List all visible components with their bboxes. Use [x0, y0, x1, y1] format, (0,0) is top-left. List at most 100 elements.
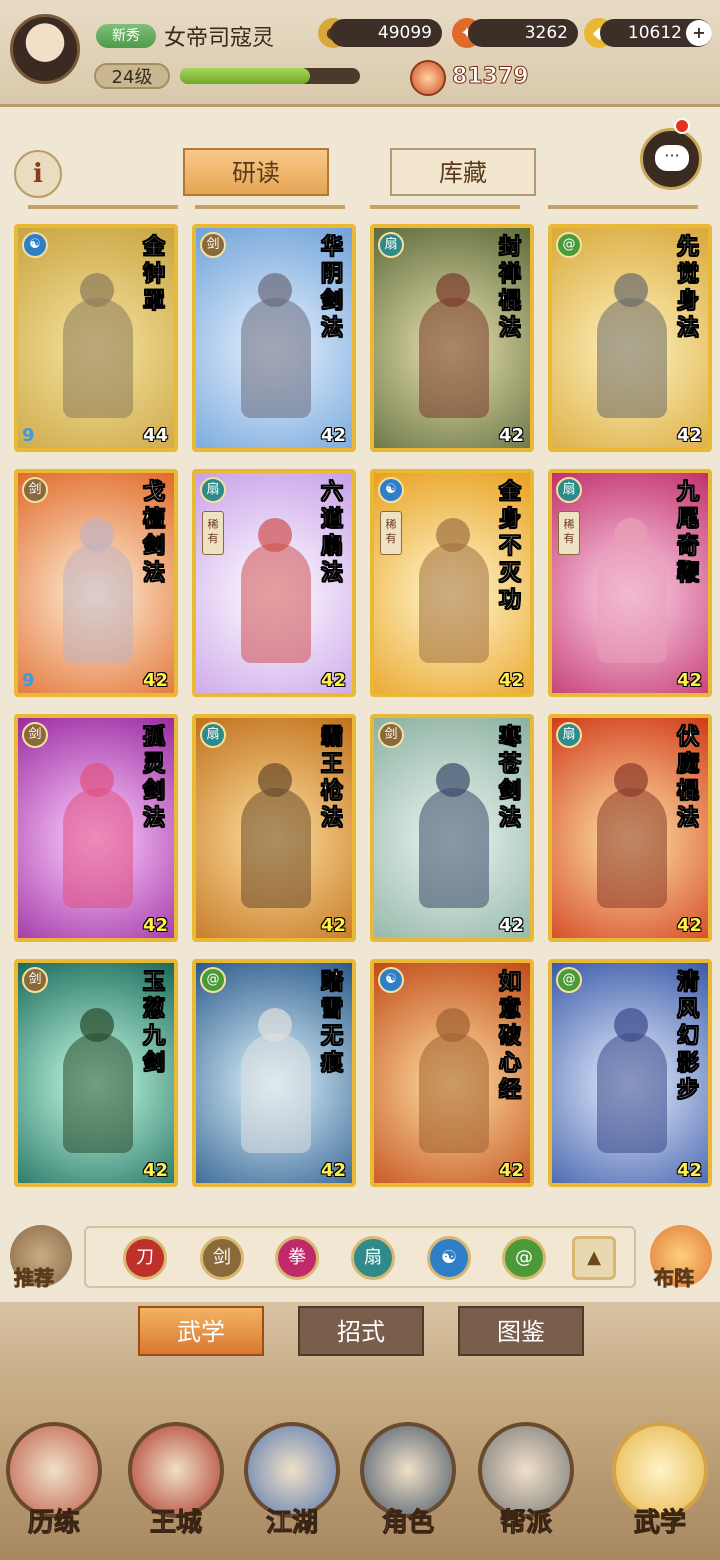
martial-art-card[interactable]: @ 踏雪无痕 42 [192, 959, 356, 1187]
character-figure [241, 788, 311, 908]
character-figure [419, 788, 489, 908]
nav-guild[interactable]: 帮派 [472, 1410, 580, 1550]
taiji-school-icon[interactable]: ☯ [427, 1236, 471, 1280]
nav-martial-arts[interactable]: 武学 [606, 1410, 714, 1550]
card-level: 42 [320, 1160, 346, 1181]
character-head [436, 518, 470, 552]
martial-art-card[interactable]: @ 先觉身法 42 [548, 224, 712, 452]
character-figure [419, 543, 489, 663]
character-head [80, 1008, 114, 1042]
spiral-school-icon[interactable]: @ [502, 1236, 546, 1280]
character-figure [597, 1033, 667, 1153]
card-title: 封禅棍法 [498, 234, 522, 342]
card-title: 玉葱九剑 [142, 969, 166, 1077]
nav-label: 江湖 [265, 1508, 318, 1539]
divider [548, 205, 698, 209]
martial-art-card[interactable]: ☯ 如意破心经 42 [370, 959, 534, 1187]
character-figure [241, 543, 311, 663]
character-head [614, 763, 648, 797]
fan-school-icon[interactable]: 扇 [351, 1236, 395, 1280]
card-level: 44 [142, 425, 168, 446]
card-title: 如意破心经 [498, 969, 522, 1104]
martial-art-card[interactable]: 剑 华阴剑法 42 [192, 224, 356, 452]
card-level: 42 [676, 425, 702, 446]
spiral-school-icon: @ [556, 232, 582, 258]
combat-power-icon [410, 60, 446, 96]
character-head [436, 273, 470, 307]
character-head [614, 518, 648, 552]
card-title: 踏雪无痕 [320, 969, 344, 1077]
fist-school-icon[interactable]: 拳 [275, 1236, 319, 1280]
card-level: 42 [142, 1160, 168, 1181]
formation-label: 布阵 [654, 1266, 695, 1291]
rare-badge: 稀有 [558, 511, 580, 555]
tab-storage[interactable]: 库藏 [390, 148, 536, 196]
martial-art-card[interactable]: 扇 伏魔棍法 42 [548, 714, 712, 942]
character-head [258, 518, 292, 552]
tab-study[interactable]: 研读 [183, 148, 329, 196]
card-title: 霸王枪法 [320, 724, 344, 832]
divider [28, 205, 178, 209]
fan-school-icon: 扇 [378, 232, 404, 258]
combat-power: 81379 [452, 64, 530, 90]
subtab-moves[interactable]: 招式 [298, 1306, 424, 1356]
card-level: 42 [498, 915, 524, 936]
sword-school-icon[interactable]: 剑 [200, 1236, 244, 1280]
card-title: 先觉身法 [676, 234, 700, 342]
card-corner-mark: 9 [22, 425, 35, 446]
divider [370, 205, 520, 209]
card-title: 戈檀剑法 [142, 479, 166, 587]
chat-bubble-icon: ··· [655, 145, 689, 171]
fan-school-icon: 扇 [200, 477, 226, 503]
recommend-label: 推荐 [14, 1266, 55, 1291]
card-level: 42 [142, 670, 168, 691]
subtab-codex[interactable]: 图鉴 [458, 1306, 584, 1356]
coin-count: 49099 [330, 19, 442, 47]
nav-jianghu[interactable]: 江湖 [238, 1410, 346, 1550]
martial-art-card[interactable]: @ 清风幻影步 42 [548, 959, 712, 1187]
sword-school-icon: 剑 [22, 722, 48, 748]
martial-art-card[interactable]: 扇 封禅棍法 42 [370, 224, 534, 452]
chat-button[interactable]: ··· [640, 128, 702, 190]
fan-school-icon: 扇 [556, 722, 582, 748]
martial-art-card[interactable]: 剑 玉葱九剑 42 [14, 959, 178, 1187]
martial-art-card[interactable]: 剑 孤灵剑法 42 [14, 714, 178, 942]
nav-royal-city[interactable]: 王城 [122, 1410, 230, 1550]
nav-character[interactable]: 角色 [354, 1410, 462, 1550]
info-button[interactable]: i [14, 150, 62, 198]
character-head [258, 763, 292, 797]
spiral-school-icon: @ [200, 967, 226, 993]
character-head [258, 1008, 292, 1042]
character-figure [63, 298, 133, 418]
subtab-martial-arts[interactable]: 武学 [138, 1306, 264, 1356]
character-figure [597, 788, 667, 908]
card-level: 42 [676, 915, 702, 936]
exp-bar-fill [180, 68, 310, 84]
martial-art-card[interactable]: 扇稀有 九尾奇鞭 42 [548, 469, 712, 697]
rare-badge: 稀有 [202, 511, 224, 555]
blade-school-icon[interactable]: 刀 [123, 1236, 167, 1280]
notification-dot [674, 118, 690, 134]
player-avatar[interactable] [10, 14, 80, 84]
card-title: 金身不灭功 [498, 479, 522, 614]
martial-art-card[interactable]: 扇稀有 六道扇法 42 [192, 469, 356, 697]
martial-art-card[interactable]: ☯ 稀有 金身不灭功 42 [370, 469, 534, 697]
card-level: 42 [498, 670, 524, 691]
character-head [436, 763, 470, 797]
card-level: 42 [320, 915, 346, 936]
card-corner-mark: 9 [22, 670, 35, 691]
character-figure [241, 298, 311, 418]
fan-school-icon: 扇 [200, 722, 226, 748]
rank-up-icon[interactable]: ▲ [572, 1236, 616, 1280]
martial-art-card[interactable]: 剑 戈檀剑法 42 9 [14, 469, 178, 697]
character-figure [419, 1033, 489, 1153]
martial-art-card[interactable]: ☯ 金钟罩 44 9 [14, 224, 178, 452]
martial-art-card[interactable]: 剑 寒苍剑法 42 [370, 714, 534, 942]
character-figure [63, 788, 133, 908]
martial-art-card[interactable]: 扇 霸王枪法 42 [192, 714, 356, 942]
top-status-bar [0, 0, 720, 107]
add-ingot-icon[interactable]: + [686, 20, 712, 46]
card-title: 六道扇法 [320, 479, 344, 587]
nav-training[interactable]: 历练 [0, 1410, 108, 1550]
card-title: 清风幻影步 [676, 969, 700, 1104]
